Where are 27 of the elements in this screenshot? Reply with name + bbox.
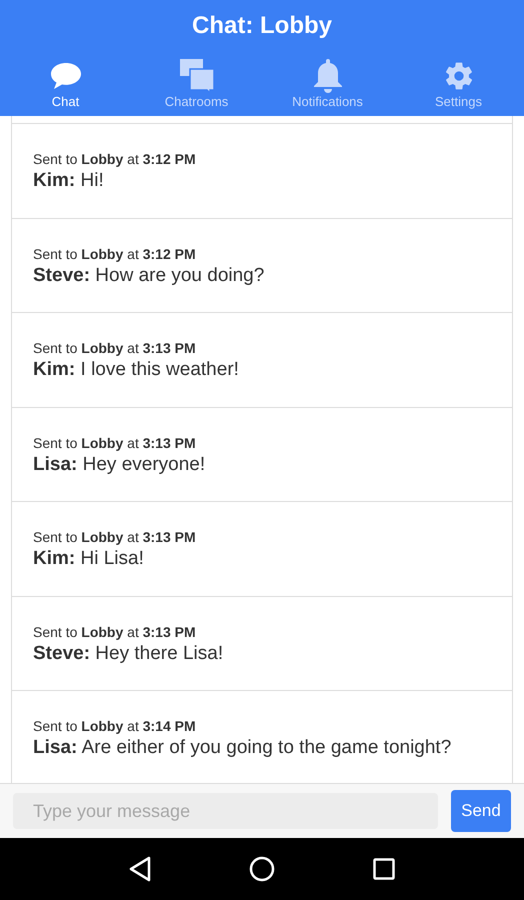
- nav-tab[interactable]: Settings: [393, 58, 524, 110]
- chat-bubbles-icon: [180, 59, 214, 93]
- header-title: Chat: Lobby: [192, 11, 332, 41]
- message-text: Kim: I love this weather!: [33, 358, 239, 382]
- bell-icon: [312, 59, 342, 93]
- message-meta: Sent to Lobby at 3:13 PM: [33, 528, 196, 546]
- message-meta: Sent to Lobby at 3:13 PM: [33, 434, 196, 452]
- message-meta: Sent to Lobby at 3:13 PM: [33, 622, 196, 640]
- nav-tab[interactable]: Chatrooms: [131, 58, 262, 110]
- send-button[interactable]: Send: [451, 790, 511, 832]
- recents-icon[interactable]: [373, 858, 395, 880]
- back-icon[interactable]: [129, 856, 151, 882]
- message-text: Steve: How are you doing?: [33, 264, 264, 288]
- message-text: Steve: Hey there Lisa!: [33, 642, 224, 666]
- speech-bubble-icon: [50, 62, 82, 90]
- message-text: Kim: Hi!: [33, 169, 104, 193]
- message-meta: Sent to Lobby at 3:14 PM: [33, 717, 196, 735]
- nav-tab[interactable]: Notifications: [262, 58, 393, 110]
- message-meta: Sent to Lobby at 3:13 PM: [33, 339, 196, 357]
- message-meta: Sent to Lobby at 3:12 PM: [33, 244, 196, 262]
- message-text: Lisa: Are either of you going to the game tonight?: [33, 736, 452, 760]
- message-text: Kim: Hi Lisa!: [33, 547, 144, 571]
- nav-tab[interactable]: Chat: [0, 58, 131, 110]
- message-input[interactable]: Type your message: [13, 793, 438, 829]
- home-icon[interactable]: [249, 856, 275, 882]
- message-meta: Sent to Lobby at 3:12 PM: [33, 150, 196, 168]
- message-text: Lisa: Hey everyone!: [33, 452, 206, 476]
